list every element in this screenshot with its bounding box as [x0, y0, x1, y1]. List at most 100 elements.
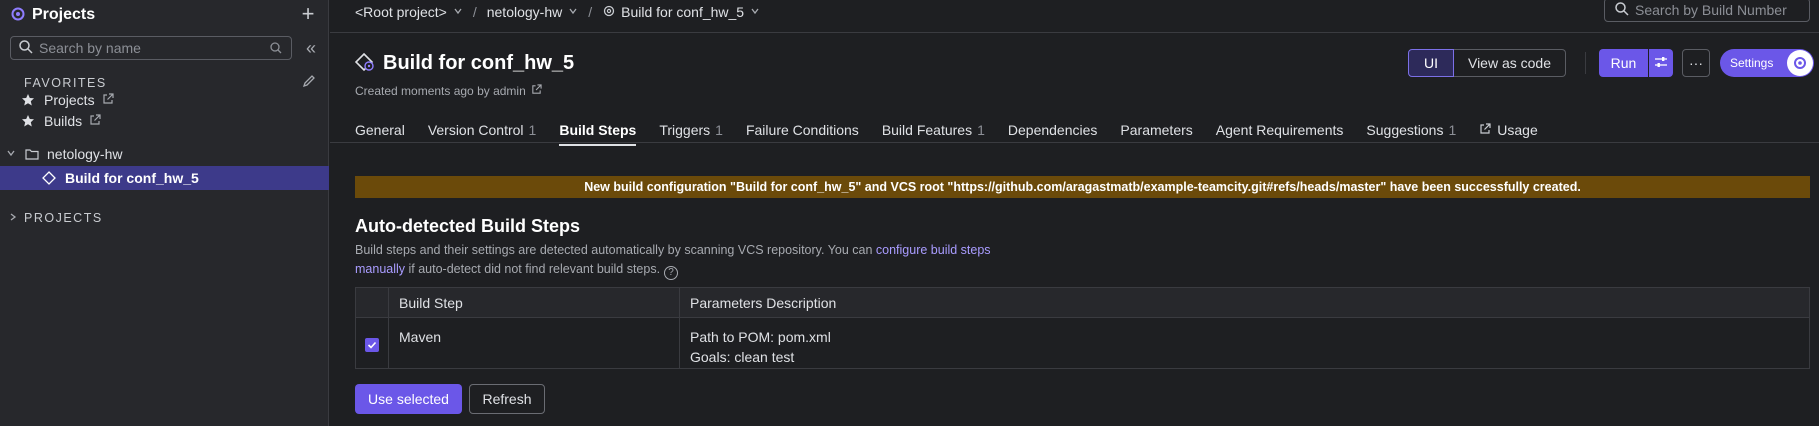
gear-icon — [602, 4, 616, 21]
tab-label: Suggestions — [1366, 122, 1444, 138]
configure-build-steps-link[interactable]: configure build steps — [876, 243, 991, 257]
add-project-icon[interactable]: + — [298, 3, 318, 25]
search-input[interactable] — [39, 40, 259, 56]
projects-logo-icon — [10, 6, 26, 25]
tab-suggestions[interactable]: Suggestions 1 — [1366, 116, 1456, 144]
table-header-build-step: Build Step — [389, 288, 680, 317]
tab-count: 1 — [1448, 122, 1457, 138]
sidebar-item-label: Build for conf_hw_5 — [65, 170, 199, 186]
description-text: if auto-detect did not find relevant bui… — [405, 262, 661, 276]
created-meta: Created moments ago by admin — [355, 84, 542, 98]
build-number-search — [1604, 0, 1810, 22]
tab-label: Agent Requirements — [1215, 122, 1344, 138]
sidebar-search — [10, 36, 292, 60]
tab-label: Build Steps — [559, 122, 637, 138]
param-line: Path to POM: pom.xml — [690, 329, 831, 345]
tab-version-control[interactable]: Version Control 1 — [428, 116, 537, 144]
refresh-button[interactable]: Refresh — [469, 384, 545, 414]
sidebar-item-label: Projects — [44, 92, 95, 108]
breadcrumb-label: <Root project> — [355, 4, 447, 20]
table-cell-parameters: Path to POM: pom.xml Goals: clean test — [680, 318, 1809, 368]
search-options-icon[interactable] — [269, 41, 283, 58]
sidebar-title: Projects — [32, 6, 96, 23]
settings-button[interactable]: Settings — [1720, 49, 1814, 77]
section-description: Build steps and their settings are detec… — [355, 241, 995, 280]
main-content: <Root project> / netology-hw / Build for… — [330, 0, 1819, 426]
run-button[interactable]: Run — [1599, 49, 1648, 77]
external-link-icon — [1479, 122, 1491, 138]
tab-general[interactable]: General — [355, 116, 405, 144]
use-selected-button[interactable]: Use selected — [355, 384, 462, 414]
tabs-divider — [330, 142, 1819, 143]
settings-label: Settings — [1730, 56, 1774, 70]
chevron-down-icon — [568, 6, 578, 19]
collapse-sidebar-icon[interactable]: « — [300, 36, 322, 60]
sidebar: Projects + « FAVORITES Projects Builds — [0, 0, 329, 426]
view-mode-toggle: UI View as code — [1408, 49, 1566, 77]
projects-header[interactable]: PROJECTS — [24, 211, 103, 225]
tab-agent-requirements[interactable]: Agent Requirements — [1216, 116, 1344, 144]
help-icon[interactable]: ? — [664, 265, 679, 280]
chevron-down-icon — [750, 6, 760, 19]
sidebar-header: Projects + — [10, 2, 320, 28]
table-header-row: Build Step Parameters Description — [356, 288, 1809, 318]
run-options-button[interactable] — [1649, 49, 1673, 77]
top-bar: <Root project> / netology-hw / Build for… — [330, 0, 1819, 33]
breadcrumb-root[interactable]: <Root project> — [355, 4, 463, 20]
created-meta-text: Created moments ago by admin — [355, 84, 526, 98]
tab-label: General — [355, 122, 405, 138]
breadcrumb-label: netology-hw — [486, 4, 563, 20]
description-text: Build steps and their settings are detec… — [355, 243, 876, 257]
chevron-down-icon[interactable] — [6, 148, 16, 161]
external-link-icon[interactable] — [531, 84, 542, 98]
star-icon — [20, 113, 36, 129]
tab-label: Parameters — [1120, 122, 1193, 138]
tab-label: Build Features — [881, 122, 973, 138]
folder-icon — [24, 146, 40, 162]
param-line: Goals: clean test — [690, 349, 795, 365]
tab-triggers[interactable]: Triggers 1 — [659, 116, 723, 144]
tab-parameters[interactable]: Parameters — [1120, 116, 1192, 144]
sidebar-item-netology-hw[interactable]: netology-hw — [0, 142, 329, 166]
build-config-icon — [41, 170, 57, 186]
breadcrumb-build-config[interactable]: Build for conf_hw_5 — [602, 4, 760, 21]
tab-count: 1 — [715, 122, 723, 138]
table-header-parameters: Parameters Description — [690, 294, 837, 311]
breadcrumb-project[interactable]: netology-hw — [487, 4, 579, 20]
page-header: Build for conf_hw_5 — [354, 52, 575, 75]
sidebar-item-label: netology-hw — [47, 146, 123, 162]
configure-manually-link[interactable]: manually — [355, 262, 405, 276]
search-icon — [19, 39, 33, 57]
tab-label: Version Control — [427, 122, 524, 138]
breadcrumb-label: Build for conf_hw_5 — [621, 4, 745, 20]
sliders-icon — [1654, 55, 1668, 71]
page-title: Build for conf_hw_5 — [383, 52, 575, 74]
tab-label: Triggers — [659, 122, 711, 138]
external-link-icon — [102, 92, 114, 108]
build-number-search-input[interactable] — [1635, 2, 1805, 18]
tab-count: 1 — [528, 122, 537, 138]
toolbar-divider — [1585, 52, 1586, 74]
tab-label: Failure Conditions — [745, 122, 859, 138]
table-cell-build-step: Maven — [389, 318, 680, 368]
more-actions-button[interactable]: ··· — [1682, 49, 1710, 77]
gear-icon — [1787, 50, 1813, 76]
tab-dependencies[interactable]: Dependencies — [1008, 116, 1098, 144]
tab-build-steps[interactable]: Build Steps — [559, 116, 637, 146]
view-as-code-button[interactable]: View as code — [1454, 49, 1566, 77]
tab-failure-conditions[interactable]: Failure Conditions — [746, 116, 859, 144]
build-steps-table: Build Step Parameters Description Maven … — [355, 287, 1810, 369]
sidebar-item-builds[interactable]: Builds — [0, 109, 329, 133]
chevron-right-icon[interactable] — [8, 212, 18, 225]
search-icon — [1615, 1, 1629, 19]
row-checkbox[interactable] — [365, 338, 379, 352]
tab-label: Usage — [1497, 122, 1538, 138]
build-config-settings-icon — [354, 52, 375, 75]
ui-view-button[interactable]: UI — [1408, 49, 1454, 77]
tab-build-features[interactable]: Build Features 1 — [882, 116, 985, 144]
table-row-checkbox-cell — [356, 318, 389, 368]
sidebar-item-build-config[interactable]: Build for conf_hw_5 — [0, 166, 329, 190]
success-banner: New build configuration "Build for conf_… — [355, 176, 1810, 198]
breadcrumb: <Root project> / netology-hw / Build for… — [355, 1, 760, 23]
tab-usage[interactable]: Usage — [1479, 116, 1538, 144]
